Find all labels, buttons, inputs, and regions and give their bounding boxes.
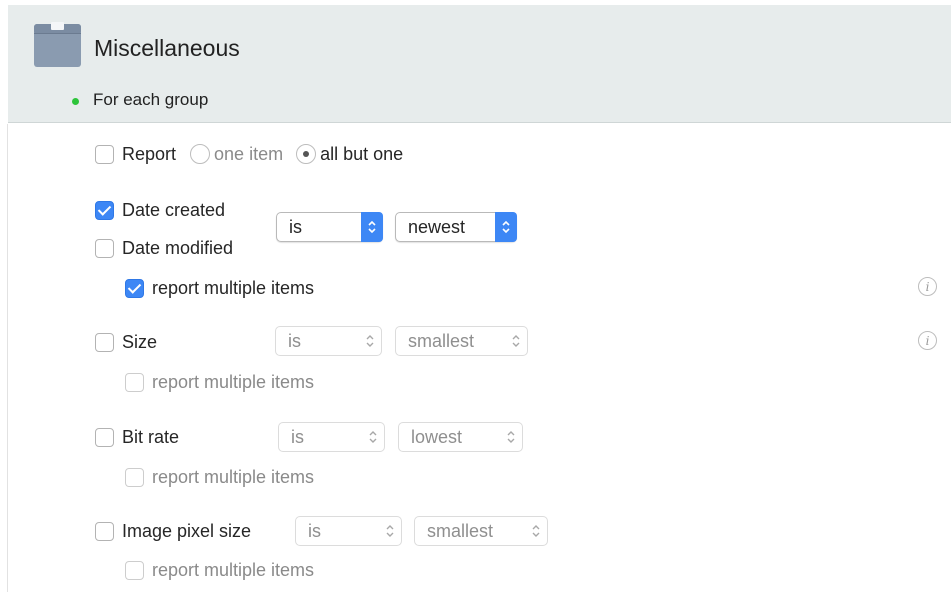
chevron-updown-icon (361, 212, 383, 242)
bitrate-operator-value: is (291, 426, 304, 447)
bitrate-report-multiple-row: report multiple items (125, 464, 314, 490)
bitrate-label: Bit rate (122, 426, 180, 447)
bitrate-value-popup[interactable]: lowest (398, 422, 523, 452)
all-but-one-radio[interactable] (296, 144, 317, 164)
chevron-updown-icon (495, 212, 517, 242)
size-report-multiple-label: report multiple items (152, 371, 315, 392)
bitrate-checkbox[interactable] (95, 427, 114, 447)
date-report-multiple-row: report multiple items (125, 275, 314, 301)
one-item-label: one item (214, 143, 284, 164)
one-item-radio[interactable] (190, 144, 211, 164)
date-operator-value: is (289, 216, 302, 237)
section-header: Miscellaneous For each group (8, 5, 951, 123)
report-row: Report one item all but one (95, 141, 403, 167)
date-modified-label: Date modified (122, 237, 234, 258)
size-row: Size (95, 329, 157, 355)
date-created-label: Date created (122, 199, 226, 220)
section-title: Miscellaneous (94, 35, 240, 61)
pixel-checkbox[interactable] (95, 521, 114, 541)
chevron-updown-icon (362, 423, 384, 451)
bitrate-report-multiple-label: report multiple items (152, 466, 315, 487)
size-checkbox[interactable] (95, 332, 114, 352)
date-value-value: newest (408, 216, 466, 237)
chevron-updown-icon (379, 517, 401, 545)
pixel-value-popup[interactable]: smallest (414, 516, 548, 546)
pixel-row: Image pixel size (95, 518, 251, 544)
all-but-one-label: all but one (320, 143, 404, 164)
date-modified-checkbox[interactable] (95, 238, 114, 258)
info-icon[interactable]: i (918, 277, 937, 296)
pixel-operator-value: is (308, 520, 321, 541)
pixel-value-value: smallest (427, 520, 494, 541)
group-label: For each group (93, 90, 209, 109)
pixel-report-multiple-label: report multiple items (152, 559, 315, 580)
pixel-operator-popup[interactable]: is (295, 516, 402, 546)
bitrate-operator-popup[interactable]: is (278, 422, 385, 452)
info-icon[interactable]: i (918, 331, 937, 350)
date-created-row: Date created (95, 197, 225, 223)
size-operator-value: is (288, 330, 301, 351)
bitrate-value-value: lowest (411, 426, 463, 447)
size-report-multiple-checkbox[interactable] (125, 372, 144, 392)
size-report-multiple-row: report multiple items (125, 369, 314, 395)
box-icon (34, 22, 81, 67)
date-created-checkbox[interactable] (95, 200, 114, 220)
date-report-multiple-checkbox[interactable] (125, 278, 144, 298)
chevron-updown-icon (525, 517, 547, 545)
chevron-updown-icon (500, 423, 522, 451)
size-value-popup[interactable]: smallest (395, 326, 528, 356)
bitrate-row: Bit rate (95, 424, 179, 450)
status-dot (72, 98, 79, 105)
chevron-updown-icon (505, 327, 527, 355)
size-label: Size (122, 331, 158, 352)
report-checkbox[interactable] (95, 144, 114, 164)
date-value-popup[interactable]: newest (395, 212, 517, 242)
date-report-multiple-label: report multiple items (152, 277, 315, 298)
size-operator-popup[interactable]: is (275, 326, 382, 356)
pixel-report-multiple-checkbox[interactable] (125, 560, 144, 580)
pixel-report-multiple-row: report multiple items (125, 557, 314, 583)
report-label: Report (122, 143, 177, 164)
pixel-label: Image pixel size (122, 520, 252, 541)
date-operator-popup[interactable]: is (276, 212, 383, 242)
bitrate-report-multiple-checkbox[interactable] (125, 467, 144, 487)
chevron-updown-icon (359, 327, 381, 355)
left-divider (7, 124, 8, 592)
size-value-value: smallest (408, 330, 475, 351)
date-modified-row: Date modified (95, 235, 233, 261)
